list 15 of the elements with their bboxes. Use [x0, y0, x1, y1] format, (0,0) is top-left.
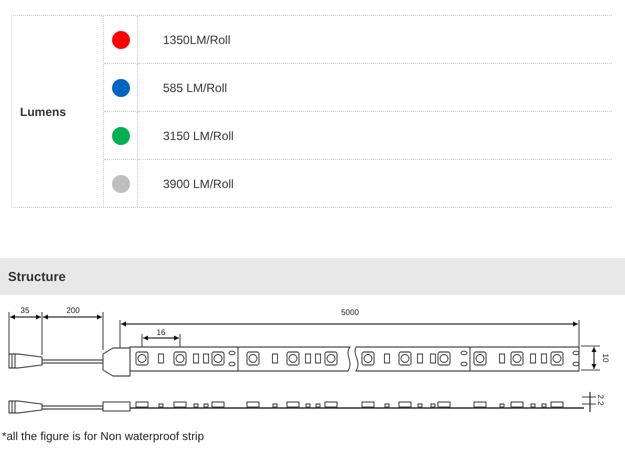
footnote: *all the figure is for Non waterproof strip [2, 431, 205, 443]
dimension-label: 5000 [341, 308, 359, 317]
lumen-value: 3900 LM/Roll [163, 176, 234, 190]
lumen-value: 1350LM/Roll [163, 32, 230, 46]
row-label: Lumens [12, 16, 104, 207]
dimension-label: 16 [156, 328, 166, 337]
section-title: Structure [8, 269, 66, 284]
lumen-value: 585 LM/Roll [163, 80, 228, 94]
dimension-label: 10 [601, 354, 610, 362]
dimension-label: 200 [66, 306, 80, 315]
lumen-value: 3150 LM/Roll [163, 128, 234, 142]
dimension-line [142, 336, 180, 340]
dimension-line [592, 346, 596, 370]
dimension-label: 2.2 [596, 394, 605, 406]
dimension-label: 35 [20, 306, 30, 315]
